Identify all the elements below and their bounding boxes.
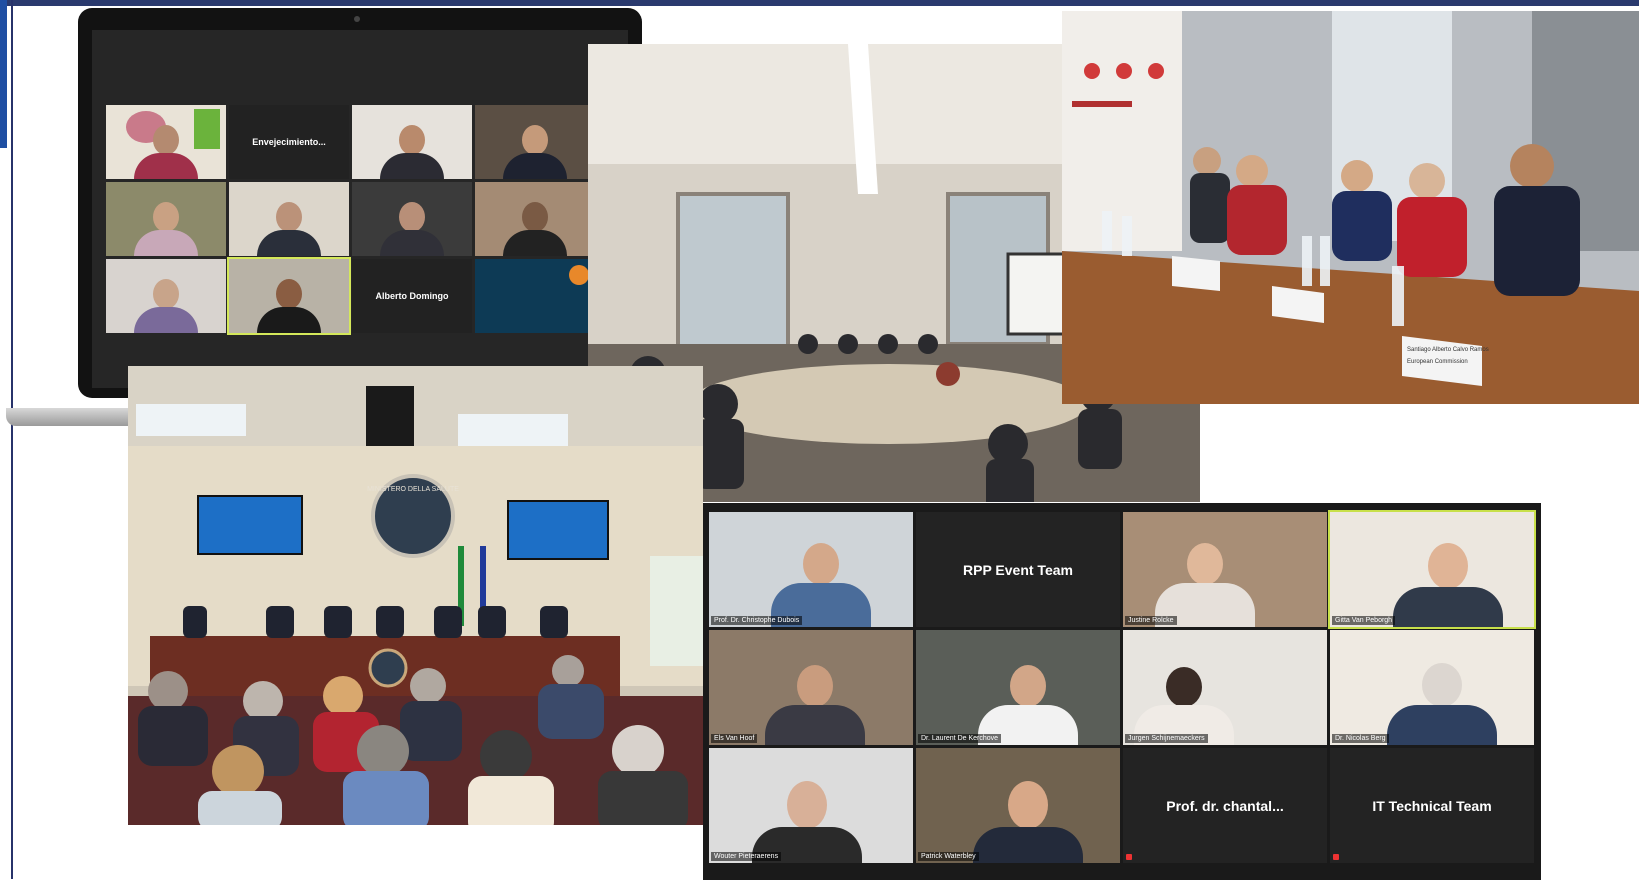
place-card-org: European Commission	[1407, 359, 1468, 365]
participant-name: IT Technical Team	[1372, 797, 1492, 814]
participant-name: Patrick Waterbley	[918, 852, 979, 861]
participant-name: Wouter Pieteraerens	[711, 852, 782, 861]
participant-name: Prof. Dr. Christophe Dubois	[711, 616, 803, 625]
video-call-grid-panel: Prof. Dr. Christophe Dubois RPP Event Te…	[703, 503, 1541, 880]
video-tile	[352, 182, 472, 256]
video-tile: Justine Rolcke	[1123, 512, 1327, 627]
panel-meeting-photo: Santiago Alberto Calvo Ramos European Co…	[1062, 11, 1639, 404]
participant-name: RPP Event Team	[963, 561, 1073, 578]
panel-meeting-illustration: Santiago Alberto Calvo Ramos European Co…	[1062, 11, 1639, 404]
ministry-seal-text: MINISTERO DELLA SALUTE	[367, 486, 459, 493]
video-tile: Patrick Waterbley	[916, 748, 1120, 863]
video-tile: Dr. Laurent De Kerchove	[916, 630, 1120, 745]
left-accent-bar	[0, 0, 7, 148]
video-tile: Wouter Pieteraerens	[709, 748, 913, 863]
video-tile	[475, 182, 595, 256]
video-tile	[106, 259, 226, 333]
participant-name: Dr. Laurent De Kerchove	[918, 734, 1002, 743]
ministry-hall-illustration: MINISTERO DELLA SALUTE	[128, 366, 703, 825]
participant-name: Prof. dr. chantal...	[1166, 797, 1284, 814]
video-tile: IT Technical Team	[1330, 748, 1534, 863]
video-tile: Prof. Dr. Christophe Dubois	[709, 512, 913, 627]
video-tile	[475, 259, 595, 333]
video-tile	[229, 182, 349, 256]
place-card-name: Santiago Alberto Calvo Ramos	[1407, 347, 1489, 353]
video-tile: Alberto Domingo	[352, 259, 472, 333]
laptop-screen: Envejecimiento... Alberto Domingo	[92, 30, 628, 388]
ministry-hall-photo: MINISTERO DELLA SALUTE	[128, 366, 703, 825]
muted-mic-icon	[1126, 854, 1132, 860]
laptop-bezel: Envejecimiento... Alberto Domingo	[78, 8, 642, 398]
video-call-grid: Prof. Dr. Christophe Dubois RPP Event Te…	[709, 510, 1536, 874]
participant-name: Jurgen Schijnemaeckers	[1125, 734, 1208, 743]
participant-name: Justine Rolcke	[1125, 616, 1177, 625]
video-tile	[106, 105, 226, 179]
laptop-video-call: Envejecimiento... Alberto Domingo	[6, 8, 642, 426]
video-tile: Els Van Hoof	[709, 630, 913, 745]
video-tile	[352, 105, 472, 179]
muted-mic-icon	[1333, 854, 1339, 860]
participant-name: Dr. Nicolas Berg	[1332, 734, 1389, 743]
video-tile: Prof. dr. chantal...	[1123, 748, 1327, 863]
video-tile: Jurgen Schijnemaeckers	[1123, 630, 1327, 745]
video-tile-active: Gitta Van Peborgh	[1328, 510, 1536, 629]
video-tile	[475, 105, 595, 179]
video-tile	[227, 257, 351, 335]
participant-name: Gitta Van Peborgh	[1332, 616, 1396, 625]
left-divider-line	[11, 0, 13, 879]
laptop-video-grid: Envejecimiento... Alberto Domingo	[106, 105, 595, 335]
webcam-icon	[354, 16, 360, 22]
top-accent-bar	[0, 0, 1639, 6]
video-tile: Envejecimiento...	[229, 105, 349, 179]
video-tile: RPP Event Team	[916, 512, 1120, 627]
video-tile	[106, 182, 226, 256]
participant-name: Els Van Hoof	[711, 734, 758, 743]
video-tile: Dr. Nicolas Berg	[1330, 630, 1534, 745]
